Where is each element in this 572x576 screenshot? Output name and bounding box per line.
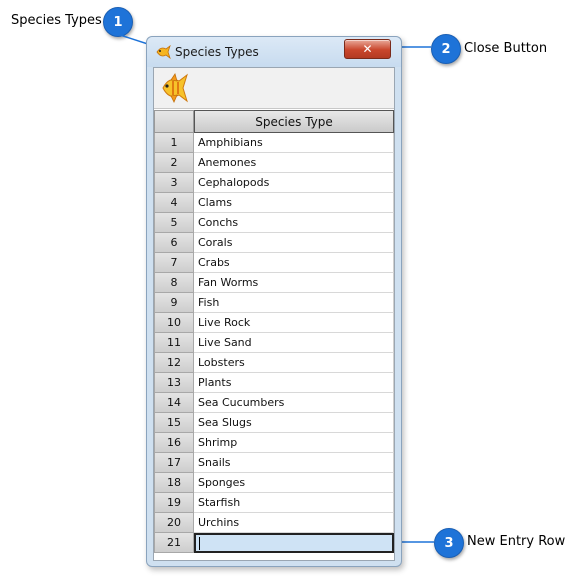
toolbar xyxy=(154,68,394,109)
species-type-cell[interactable]: Sea Cucumbers xyxy=(194,393,394,413)
table-row[interactable]: 12 Lobsters xyxy=(154,353,394,373)
species-type-cell[interactable]: Lobsters xyxy=(194,353,394,373)
callout-badge-1: 1 xyxy=(103,7,133,37)
row-number[interactable]: 17 xyxy=(154,453,194,473)
row-number[interactable]: 20 xyxy=(154,513,194,533)
table-row[interactable]: 13 Plants xyxy=(154,373,394,393)
grid-corner-cell[interactable] xyxy=(154,110,194,133)
table-row[interactable]: 6 Corals xyxy=(154,233,394,253)
row-number[interactable]: 18 xyxy=(154,473,194,493)
table-row[interactable]: 9 Fish xyxy=(154,293,394,313)
table-row[interactable]: 19 Starfish xyxy=(154,493,394,513)
row-number[interactable]: 3 xyxy=(154,173,194,193)
species-type-cell[interactable]: Conchs xyxy=(194,213,394,233)
species-type-cell[interactable]: Urchins xyxy=(194,513,394,533)
table-row[interactable]: 18 Sponges xyxy=(154,473,394,493)
table-row[interactable]: 3 Cephalopods xyxy=(154,173,394,193)
fish-icon xyxy=(155,44,171,63)
table-row[interactable]: 7 Crabs xyxy=(154,253,394,273)
row-number[interactable]: 2 xyxy=(154,153,194,173)
species-type-cell[interactable]: Crabs xyxy=(194,253,394,273)
table-row[interactable]: 4 Clams xyxy=(154,193,394,213)
table-row[interactable]: 1 Amphibians xyxy=(154,133,394,153)
species-type-cell[interactable]: Live Sand xyxy=(194,333,394,353)
window-client-area: Species Type 1 Amphibians 2 Anemones 3 Cephal… xyxy=(153,67,395,561)
row-number[interactable]: 1 xyxy=(154,133,194,153)
close-button[interactable]: ✕ xyxy=(344,39,391,59)
row-number[interactable]: 15 xyxy=(154,413,194,433)
species-type-cell[interactable]: Anemones xyxy=(194,153,394,173)
window-title: Species Types xyxy=(175,45,259,59)
row-number[interactable]: 16 xyxy=(154,433,194,453)
row-number[interactable]: 5 xyxy=(154,213,194,233)
row-number[interactable]: 19 xyxy=(154,493,194,513)
callout-badge-3: 3 xyxy=(434,528,464,558)
new-entry-input[interactable] xyxy=(194,533,394,553)
table-row[interactable]: 2 Anemones xyxy=(154,153,394,173)
table-row[interactable]: 14 Sea Cucumbers xyxy=(154,393,394,413)
row-number[interactable]: 8 xyxy=(154,273,194,293)
species-type-cell[interactable]: Sponges xyxy=(194,473,394,493)
species-type-cell[interactable]: Live Rock xyxy=(194,313,394,333)
species-type-cell[interactable]: Clams xyxy=(194,193,394,213)
species-type-cell[interactable]: Fish xyxy=(194,293,394,313)
table-row[interactable]: 16 Shrimp xyxy=(154,433,394,453)
table-row[interactable]: 10 Live Rock xyxy=(154,313,394,333)
species-type-cell[interactable]: Starfish xyxy=(194,493,394,513)
fish-icon xyxy=(159,72,191,108)
species-type-cell[interactable]: Fan Worms xyxy=(194,273,394,293)
row-number[interactable]: 12 xyxy=(154,353,194,373)
table-row[interactable]: 11 Live Sand xyxy=(154,333,394,353)
species-type-cell[interactable]: Amphibians xyxy=(194,133,394,153)
callout-label-species-types: Species Types xyxy=(11,13,102,28)
species-type-cell[interactable]: Sea Slugs xyxy=(194,413,394,433)
text-caret xyxy=(199,536,200,550)
table-row[interactable]: 20 Urchins xyxy=(154,513,394,533)
row-number[interactable]: 9 xyxy=(154,293,194,313)
table-row[interactable]: 5 Conchs xyxy=(154,213,394,233)
callout-label-close-button: Close Button xyxy=(464,41,548,56)
table-row[interactable]: 17 Snails xyxy=(154,453,394,473)
row-number[interactable]: 6 xyxy=(154,233,194,253)
close-icon: ✕ xyxy=(362,42,373,56)
species-type-cell[interactable]: Snails xyxy=(194,453,394,473)
row-number[interactable]: 13 xyxy=(154,373,194,393)
species-types-window: Species Types ✕ Species Type 1 Amphibian… xyxy=(146,36,402,567)
table-row[interactable]: 8 Fan Worms xyxy=(154,273,394,293)
new-entry-row[interactable]: 21 xyxy=(154,533,394,553)
row-number[interactable]: 21 xyxy=(154,533,194,553)
row-number[interactable]: 14 xyxy=(154,393,194,413)
callout-badge-2: 2 xyxy=(431,34,461,64)
row-number[interactable]: 11 xyxy=(154,333,194,353)
row-number[interactable]: 4 xyxy=(154,193,194,213)
species-type-cell[interactable]: Shrimp xyxy=(194,433,394,453)
table-row[interactable]: 15 Sea Slugs xyxy=(154,413,394,433)
window-titlebar[interactable]: Species Types ✕ xyxy=(147,37,401,67)
species-grid: Species Type 1 Amphibians 2 Anemones 3 Cephal… xyxy=(154,110,394,553)
row-number[interactable]: 10 xyxy=(154,313,194,333)
grid-header-row: Species Type xyxy=(154,110,394,133)
row-number[interactable]: 7 xyxy=(154,253,194,273)
species-type-cell[interactable]: Corals xyxy=(194,233,394,253)
species-type-cell[interactable]: Cephalopods xyxy=(194,173,394,193)
species-type-cell[interactable]: Plants xyxy=(194,373,394,393)
callout-label-new-entry-row: New Entry Row xyxy=(467,534,566,549)
column-header-species-type[interactable]: Species Type xyxy=(194,110,394,133)
